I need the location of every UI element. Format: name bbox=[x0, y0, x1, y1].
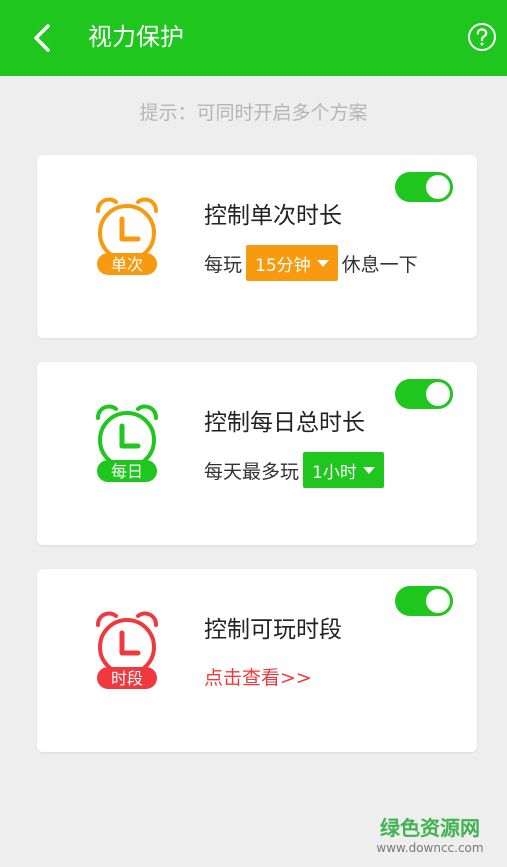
single-duration-card: 单次 控制单次时长 每玩 15分钟 休息一下 bbox=[37, 155, 477, 338]
toggle-knob bbox=[426, 589, 450, 613]
chevron-left-icon[interactable] bbox=[22, 18, 62, 58]
time-period-card: 时段 控制可玩时段 点击查看>> bbox=[37, 569, 477, 752]
card-setting-line: 每玩 15分钟 休息一下 bbox=[204, 245, 418, 281]
daily-total-card: 每日 控制每日总时长 每天最多玩 1小时 bbox=[37, 362, 477, 545]
single-duration-toggle[interactable] bbox=[395, 172, 453, 202]
card-setting-line: 每天最多玩 1小时 bbox=[204, 452, 388, 488]
setting-suffix: 休息一下 bbox=[341, 253, 418, 276]
toggle-knob bbox=[426, 175, 450, 199]
dropdown-value: 15分钟 bbox=[255, 255, 311, 276]
alarm-clock-icon: 每日 bbox=[96, 404, 158, 482]
time-period-toggle[interactable] bbox=[395, 586, 453, 616]
setting-prefix: 每玩 bbox=[204, 253, 243, 276]
card-title: 控制每日总时长 bbox=[204, 410, 365, 436]
daily-limit-dropdown[interactable]: 1小时 bbox=[303, 452, 384, 488]
alarm-clock-icon: 单次 bbox=[96, 197, 158, 275]
daily-total-toggle[interactable] bbox=[395, 379, 453, 409]
setting-prefix: 每天最多玩 bbox=[204, 460, 300, 483]
watermark-main-text: 绿色资源网 bbox=[380, 816, 480, 840]
page-title: 视力保护 bbox=[88, 23, 184, 51]
dropdown-value: 1小时 bbox=[312, 462, 357, 483]
site-watermark: 绿色资源网 www.downcc.com bbox=[370, 815, 490, 855]
help-circle-icon[interactable] bbox=[467, 22, 497, 52]
card-title: 控制单次时长 bbox=[204, 203, 342, 229]
caret-down-icon bbox=[362, 466, 375, 474]
hint-text: 提示：可同时开启多个方案 bbox=[139, 102, 368, 124]
alarm-clock-icon: 时段 bbox=[96, 611, 158, 689]
toggle-knob bbox=[426, 382, 450, 406]
clock-badge-label: 时段 bbox=[111, 669, 143, 688]
duration-dropdown[interactable]: 15分钟 bbox=[246, 245, 338, 281]
view-periods-link[interactable]: 点击查看>> bbox=[204, 664, 312, 692]
card-title: 控制可玩时段 bbox=[204, 617, 342, 643]
clock-badge-label: 单次 bbox=[111, 255, 143, 274]
app-header: 视力保护 bbox=[0, 0, 507, 76]
caret-down-icon bbox=[316, 259, 329, 267]
watermark-url-text: www.downcc.com bbox=[376, 841, 484, 855]
clock-badge-label: 每日 bbox=[111, 462, 143, 481]
